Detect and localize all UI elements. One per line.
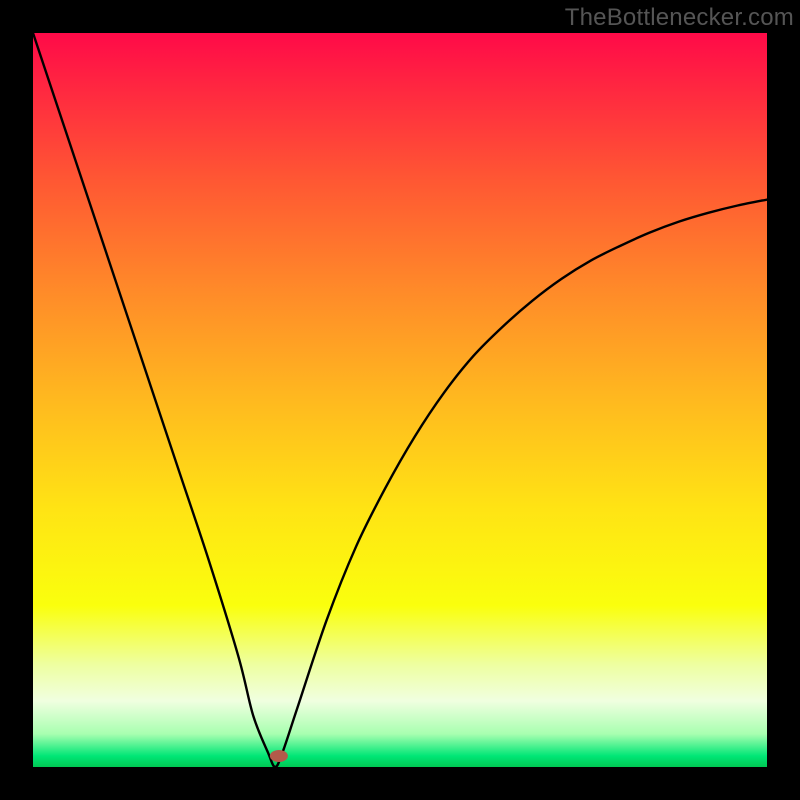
chart-svg [33,33,767,767]
gradient-background [33,33,767,767]
chart-plot-area [33,33,767,767]
attribution-text: TheBottlenecker.com [565,4,794,32]
chart-frame: TheBottlenecker.com [0,0,800,800]
operating-point-marker [270,750,288,762]
